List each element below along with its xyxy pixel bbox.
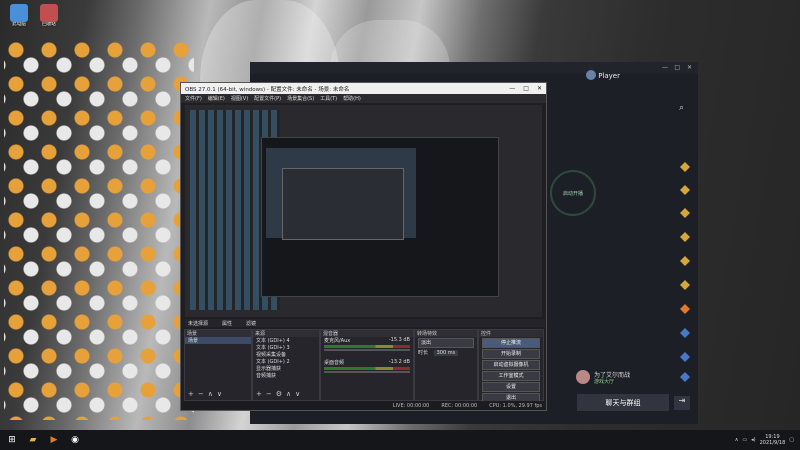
transition-select[interactable]: 淡出 bbox=[418, 338, 474, 348]
notification-icon[interactable]: ▢ bbox=[789, 437, 794, 443]
dock-title: 混音器 bbox=[321, 330, 413, 337]
collapse-icon[interactable]: ⇥ bbox=[674, 396, 690, 410]
mixer-channel-name: 桌面音频 -13.2 dB bbox=[324, 359, 410, 366]
source-item[interactable]: 音频捕获 bbox=[253, 372, 319, 379]
source-item[interactable]: 文本 (GDI+) 4 bbox=[253, 337, 319, 344]
network-icon[interactable]: ▭ bbox=[742, 437, 747, 443]
maximize-icon[interactable]: □ bbox=[523, 85, 529, 92]
menu-tools[interactable]: 工具(T) bbox=[320, 95, 337, 102]
dock-toolbar: + − ⚙ ∧ ∨ bbox=[256, 390, 300, 398]
volume-slider[interactable] bbox=[324, 349, 410, 351]
scene-item[interactable]: 场景 bbox=[185, 337, 251, 344]
source-item[interactable]: 视频采集设备 bbox=[253, 351, 319, 358]
transitions-dock: 转场特效 淡出 时长 300 ms bbox=[414, 329, 478, 401]
dock-title: 控件 bbox=[479, 330, 543, 337]
scenes-dock: 场景 场景 + − ∧ ∨ bbox=[184, 329, 252, 401]
menu-view[interactable]: 视图(V) bbox=[231, 95, 248, 102]
mixer-dock: 混音器 麦克风/Aux -15.3 dB 桌面音频 -13.2 dB bbox=[320, 329, 414, 401]
menu-file[interactable]: 文件(F) bbox=[185, 95, 202, 102]
volume-icon[interactable]: ◂) bbox=[751, 437, 755, 443]
desktop-icon-area: 此电脑 回收站 bbox=[0, 0, 200, 430]
desktop-icon-this-pc[interactable]: 此电脑 bbox=[4, 4, 34, 38]
remove-icon[interactable]: − bbox=[198, 390, 204, 398]
obs-taskbar-icon[interactable]: ◉ bbox=[66, 432, 84, 448]
source-item[interactable]: 文本 (GDI+) 2 bbox=[253, 358, 319, 365]
menu-edit[interactable]: 编辑(E) bbox=[208, 95, 225, 102]
player-name[interactable]: Player bbox=[598, 72, 620, 80]
menu-scene-collection[interactable]: 场景集合(S) bbox=[287, 95, 314, 102]
volume-meter bbox=[324, 367, 410, 370]
properties-button[interactable]: 属性 bbox=[222, 320, 232, 327]
down-icon[interactable]: ∨ bbox=[217, 390, 222, 398]
dock-title: 转场特效 bbox=[415, 330, 477, 337]
maximize-icon[interactable]: □ bbox=[674, 64, 680, 71]
source-item[interactable]: 文本 (GDI+) 3 bbox=[253, 344, 319, 351]
desktop-icon-grid bbox=[4, 40, 194, 420]
chevron-up-icon[interactable]: ∧ bbox=[735, 437, 739, 443]
obs-titlebar: OBS 27.0.1 (64-bit, windows) - 配置文件: 未命名… bbox=[181, 83, 546, 94]
clock[interactable]: 19:19 2021/9/18 bbox=[760, 434, 786, 446]
add-icon[interactable]: + bbox=[256, 390, 262, 398]
settings-button[interactable]: 设置 bbox=[482, 382, 540, 392]
no-source-label: 未选择源 bbox=[188, 320, 209, 327]
close-icon[interactable]: ✕ bbox=[537, 85, 542, 92]
recycle-bin-icon bbox=[40, 4, 58, 22]
system-tray: ∧ ▭ ◂) 19:19 2021/9/18 ▢ bbox=[735, 434, 800, 446]
explorer-icon[interactable]: ▰ bbox=[24, 432, 42, 448]
up-icon[interactable]: ∧ bbox=[208, 390, 213, 398]
duration-row: 时长 300 ms bbox=[415, 349, 477, 356]
remove-icon[interactable]: − bbox=[266, 390, 272, 398]
rec-status: REC: 00:00:00 bbox=[441, 402, 478, 409]
obs-menubar: 文件(F) 编辑(E) 视图(V) 配置文件(P) 场景集合(S) 工具(T) … bbox=[181, 94, 546, 103]
sources-dock: 来源 文本 (GDI+) 4 文本 (GDI+) 3 视频采集设备 文本 (GD… bbox=[252, 329, 320, 401]
controls-dock: 控件 停止推流 开始录制 启动虚拟摄像机 工作室模式 设置 退出 bbox=[478, 329, 544, 403]
obs-statusbar: LIVE: 00:00:00 REC: 00:00:00 CPU: 1.0%, … bbox=[181, 401, 546, 410]
start-live-button[interactable]: 启动开播 bbox=[550, 170, 596, 216]
friend-entry[interactable]: 为了艾尔而战 游戏大厅 bbox=[576, 368, 676, 388]
gear-icon[interactable]: ⚙ bbox=[276, 390, 282, 398]
desktop-icon-recycle[interactable]: 回收站 bbox=[34, 4, 64, 38]
dock-title: 场景 bbox=[185, 330, 251, 337]
computer-icon bbox=[10, 4, 28, 22]
add-icon[interactable]: + bbox=[188, 390, 194, 398]
live-status: LIVE: 00:00:00 bbox=[392, 402, 430, 409]
cpu-status: CPU: 1.0%, 29.97 fps bbox=[489, 402, 542, 409]
volume-slider[interactable] bbox=[324, 371, 410, 373]
minimize-icon[interactable]: — bbox=[662, 64, 668, 71]
avatar[interactable] bbox=[586, 70, 596, 80]
friend-status: 游戏大厅 bbox=[594, 379, 615, 385]
minimize-icon[interactable]: — bbox=[509, 85, 515, 92]
stop-streaming-button[interactable]: 停止推流 bbox=[482, 338, 540, 348]
obs-window: OBS 27.0.1 (64-bit, windows) - 配置文件: 未命名… bbox=[180, 82, 547, 411]
source-item[interactable]: 显示器捕获 bbox=[253, 365, 319, 372]
volume-meter bbox=[324, 345, 410, 348]
obs-preview[interactable] bbox=[185, 105, 542, 317]
obs-title: OBS 27.0.1 (64-bit, windows) - 配置文件: 未命名… bbox=[185, 86, 350, 93]
close-icon[interactable]: ✕ bbox=[687, 64, 692, 71]
preview-nested-window bbox=[261, 137, 499, 297]
taskbar: ⊞ ▰ ▶ ◉ ∧ ▭ ◂) 19:19 2021/9/18 ▢ bbox=[0, 430, 800, 450]
dock-title: 来源 bbox=[253, 330, 319, 337]
start-recording-button[interactable]: 开始录制 bbox=[482, 349, 540, 359]
start-icon[interactable]: ⊞ bbox=[3, 432, 21, 448]
mixer-channel-name: 麦克风/Aux -15.3 dB bbox=[324, 337, 410, 344]
filters-button[interactable]: 滤镜 bbox=[246, 320, 256, 327]
friend-avatar bbox=[576, 370, 590, 384]
platform-titlebar: — □ ✕ bbox=[250, 62, 698, 74]
dock-toolbar: + − ∧ ∨ bbox=[188, 390, 222, 398]
duration-input[interactable]: 300 ms bbox=[433, 350, 459, 356]
context-bar: 未选择源 属性 滤镜 bbox=[185, 319, 545, 327]
studio-mode-button[interactable]: 工作室模式 bbox=[482, 371, 540, 381]
platform-search[interactable]: ⌕ bbox=[560, 103, 688, 115]
start-virtual-camera-button[interactable]: 启动虚拟摄像机 bbox=[482, 360, 540, 370]
menu-profile[interactable]: 配置文件(P) bbox=[254, 95, 281, 102]
up-icon[interactable]: ∧ bbox=[286, 390, 291, 398]
menu-help[interactable]: 帮助(H) bbox=[343, 95, 361, 102]
down-icon[interactable]: ∨ bbox=[295, 390, 300, 398]
chat-and-groups-button[interactable]: 聊天与群组 bbox=[577, 394, 669, 411]
search-icon[interactable]: ⌕ bbox=[679, 103, 684, 113]
media-player-icon[interactable]: ▶ bbox=[45, 432, 63, 448]
window-controls: — □ ✕ bbox=[509, 85, 546, 92]
